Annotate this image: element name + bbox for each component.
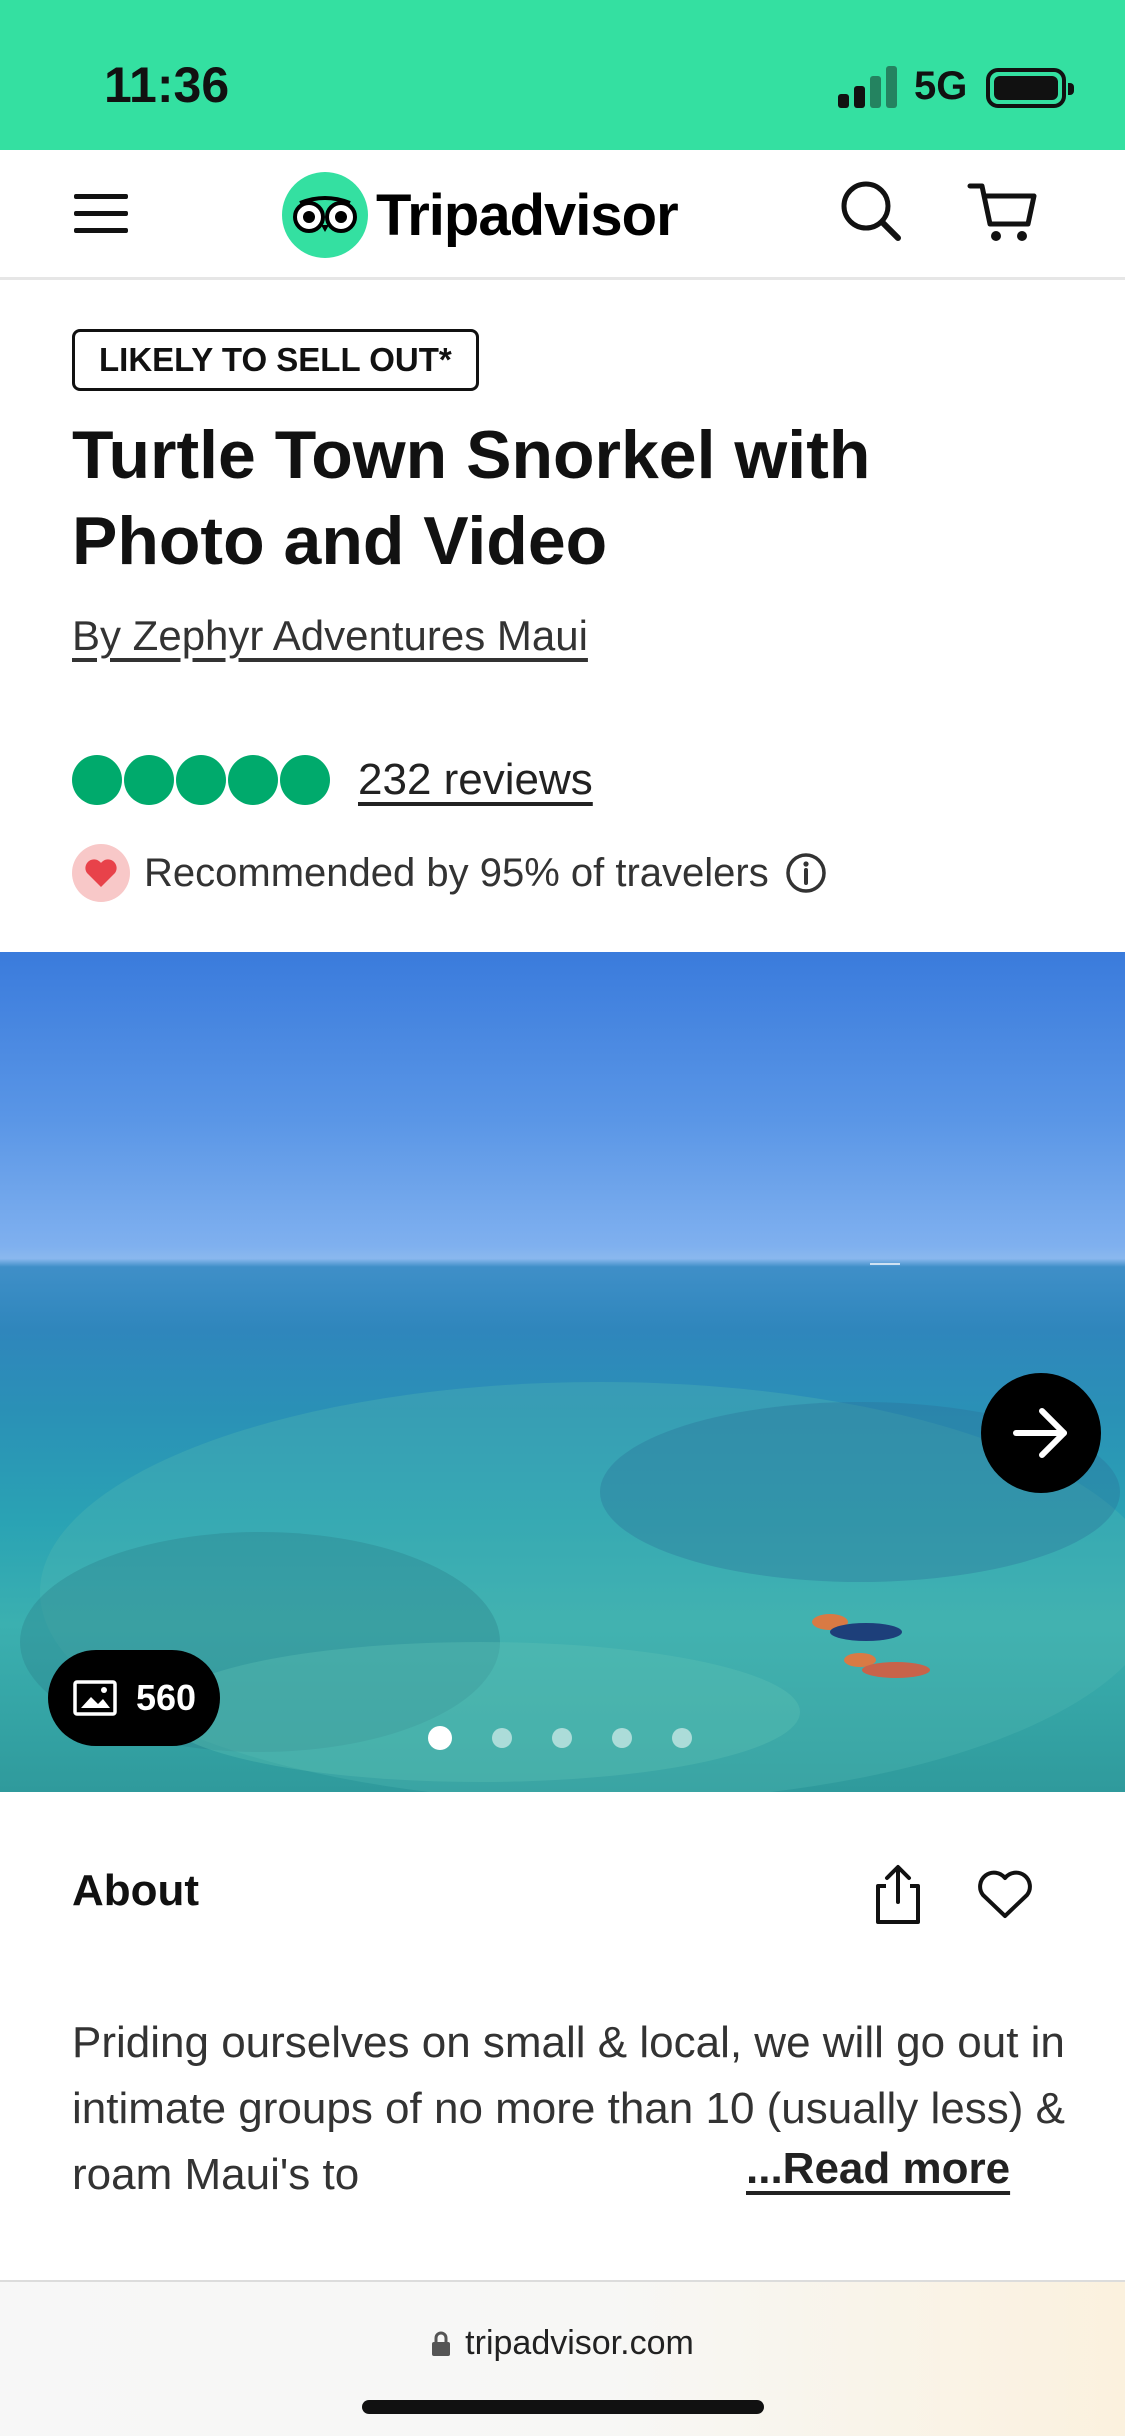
rating-bubble-icon xyxy=(72,755,122,805)
url-text: tripadvisor.com xyxy=(465,2324,694,2362)
rating-bubble-icon xyxy=(176,755,226,805)
rating-bubble-icon xyxy=(280,755,330,805)
carousel-dot[interactable] xyxy=(552,1728,572,1748)
photo-count-button[interactable]: 560 xyxy=(48,1650,221,1746)
status-time: 11:36 xyxy=(104,57,230,113)
rating-bubble-icon xyxy=(124,755,174,805)
hamburger-menu-icon[interactable] xyxy=(72,184,132,244)
tripadvisor-logo[interactable]: Tripadvisor xyxy=(282,160,679,270)
image-icon xyxy=(73,1680,117,1716)
carousel-dot[interactable] xyxy=(428,1726,452,1750)
read-more-link[interactable]: ...Read more xyxy=(744,2136,1011,2202)
heart-icon xyxy=(72,844,130,902)
screen: 11:36 5G Tripadvisor LIKELY TO SELL OUT*… xyxy=(0,0,1125,2436)
battery-icon xyxy=(986,68,1074,108)
reviews-link[interactable]: 232 reviews xyxy=(358,755,593,805)
info-icon[interactable] xyxy=(785,852,827,894)
top-nav: Tripadvisor xyxy=(0,150,1125,280)
browser-bottom-bar: tripadvisor.com xyxy=(0,2280,1125,2436)
search-icon[interactable] xyxy=(832,172,912,252)
cart-icon[interactable] xyxy=(962,172,1042,252)
carousel-dot[interactable] xyxy=(492,1728,512,1748)
status-bar: 11:36 5G xyxy=(0,0,1125,150)
listing-title: Turtle Town Snorkel with Photo and Video xyxy=(72,417,871,579)
arrow-right-icon[interactable] xyxy=(981,1373,1101,1493)
owl-logo-icon xyxy=(282,172,368,258)
url-bar[interactable]: tripadvisor.com xyxy=(0,2324,1125,2363)
rating-row: 232 reviews xyxy=(72,755,593,805)
text-fade xyxy=(560,2136,760,2202)
sell-out-badge: LIKELY TO SELL OUT* xyxy=(72,329,479,391)
heart-icon[interactable] xyxy=(976,1868,1034,1922)
rating-bubble-icon xyxy=(228,755,278,805)
carousel-pagination xyxy=(428,1726,732,1750)
photo-count: 560 xyxy=(136,1677,197,1718)
carousel-dot[interactable] xyxy=(612,1728,632,1748)
logo-text: Tripadvisor xyxy=(376,182,679,248)
lock-icon xyxy=(432,2331,451,2356)
home-indicator[interactable] xyxy=(362,2400,764,2414)
operator-link[interactable]: By Zephyr Adventures Maui xyxy=(72,612,588,660)
recommendation-row: Recommended by 95% of travelers xyxy=(72,844,827,902)
recommendation-text: Recommended by 95% of travelers xyxy=(144,850,769,895)
share-icon[interactable] xyxy=(868,1862,928,1928)
signal-icon xyxy=(838,66,900,108)
about-heading: About xyxy=(72,1866,200,1915)
network-label: 5G xyxy=(914,64,968,108)
carousel-dot[interactable] xyxy=(672,1728,692,1748)
